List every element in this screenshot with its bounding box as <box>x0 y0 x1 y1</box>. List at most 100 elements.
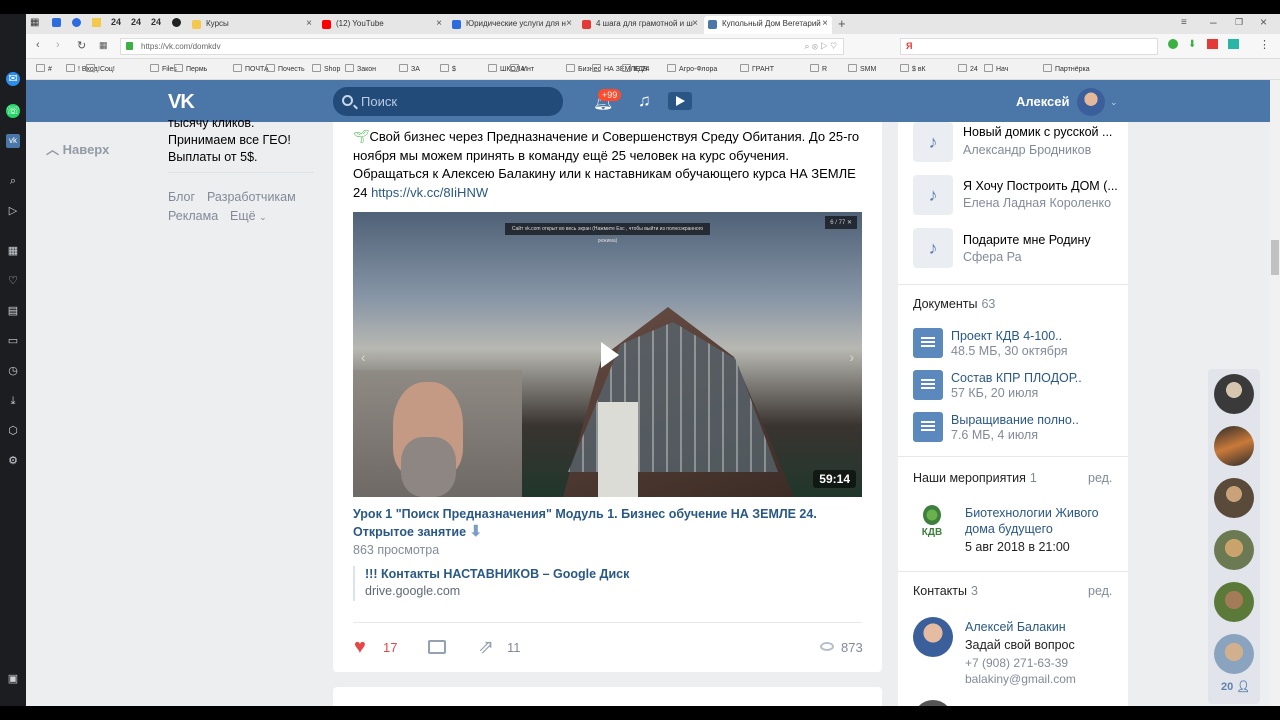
share-icon[interactable]: ⇗ <box>478 636 494 659</box>
extension-icon[interactable] <box>1228 39 1239 49</box>
check-icon[interactable] <box>1168 39 1178 49</box>
document-icon[interactable] <box>913 412 943 442</box>
comment-icon[interactable] <box>428 640 446 654</box>
send-icon[interactable]: ▷ <box>6 204 20 218</box>
friend-avatar[interactable] <box>1214 374 1254 414</box>
speed-dial-icon[interactable]: ▦ <box>6 244 20 258</box>
contact-avatar[interactable] <box>913 617 953 657</box>
tab-4-steps[interactable]: 4 шага для грамотной и ш × <box>578 16 702 34</box>
bookmark-item[interactable]: $ вК <box>900 64 926 73</box>
pinned-tab-icon[interactable] <box>92 18 101 27</box>
footer-link-developers[interactable]: Разработчикам <box>207 190 296 204</box>
audio-play-icon[interactable]: ♪ <box>913 228 953 268</box>
bookmark-item[interactable]: ПОЧТА <box>233 64 269 73</box>
minimize-icon[interactable]: – <box>1210 15 1217 29</box>
chevron-down-icon[interactable]: ⌄ <box>1110 97 1118 108</box>
download-icon[interactable]: ⬇ <box>1188 39 1196 50</box>
close-window-icon[interactable]: × <box>1260 15 1267 29</box>
bookmark-item[interactable]: Закон <box>345 64 376 73</box>
pinned-tab-24[interactable]: 24 <box>151 17 161 27</box>
audio-play-icon[interactable]: ♪ <box>913 122 953 162</box>
pinned-tab-icon[interactable] <box>52 18 61 27</box>
play-icon[interactable] <box>593 340 623 370</box>
url-actions-icon[interactable]: ⌕ ⊗ ▷ ♡ <box>804 39 837 54</box>
messenger-icon[interactable]: ✉ <box>6 72 20 86</box>
vk-logo[interactable]: VK <box>168 91 195 114</box>
video-title[interactable]: Урок 1 "Поиск Предназначения" Модуль 1. … <box>353 505 865 541</box>
tab-menu-icon[interactable]: ≡ <box>1181 17 1187 28</box>
prev-arrow-icon[interactable]: ‹ <box>361 349 366 365</box>
video-icon[interactable] <box>668 92 692 110</box>
documents-header[interactable]: Документы 63 <box>913 297 995 311</box>
close-icon[interactable]: × <box>306 16 312 32</box>
tab-vk-active[interactable]: Купольный Дом Вегетарий × <box>704 16 832 34</box>
close-icon[interactable]: × <box>822 16 828 32</box>
bookmark-item[interactable]: Инт <box>510 64 534 73</box>
scrollbar-thumb[interactable] <box>1271 240 1279 275</box>
tab-kursy[interactable]: Курсы × <box>188 16 316 34</box>
event-name[interactable]: Биотехнологии Живого дома будущего <box>965 505 1115 537</box>
bookmark-item[interactable]: Агро-Флора <box>667 64 717 73</box>
tab-youtube[interactable]: (12) YouTube × <box>318 16 446 34</box>
friend-avatar[interactable] <box>1214 426 1254 466</box>
user-avatar[interactable] <box>1077 88 1105 116</box>
audio-artist[interactable]: Елена Ладная Короленко <box>963 196 1111 210</box>
document-icon[interactable] <box>913 370 943 400</box>
friend-avatar[interactable] <box>1214 478 1254 518</box>
apps-grid-icon[interactable]: ▦ <box>30 17 39 28</box>
music-icon[interactable]: ♫ <box>638 91 651 111</box>
document-name[interactable]: Проект КДВ 4-100.. <box>951 329 1062 343</box>
bookmark-item[interactable]: $ <box>440 64 456 73</box>
bookmark-item[interactable]: R <box>810 64 827 73</box>
back-icon[interactable]: ‹ <box>36 39 40 51</box>
close-icon[interactable]: × <box>566 16 572 32</box>
history-icon[interactable]: ◷ <box>6 364 20 378</box>
mail-icon[interactable] <box>1207 39 1218 49</box>
audio-artist[interactable]: Сфера Ра <box>963 250 1022 264</box>
yandex-search-input[interactable]: Я <box>900 38 1158 55</box>
close-icon[interactable]: ✕ <box>847 220 852 226</box>
pinned-tab-icon[interactable] <box>72 18 81 27</box>
menu-icon[interactable]: ⋮ <box>1259 38 1270 51</box>
contact-email[interactable]: balakiny@gmail.com <box>965 672 1076 686</box>
heart-icon[interactable]: ♡ <box>6 274 20 288</box>
audio-artist[interactable]: Александр Бродников <box>963 143 1091 157</box>
attached-link[interactable]: !!! Контакты НАСТАВНИКОВ – Google Диск d… <box>353 566 653 601</box>
sidebar-toggle-icon[interactable]: ▣ <box>6 672 20 686</box>
bookmark-item[interactable]: КДВ <box>622 64 648 73</box>
bookmark-item[interactable]: !Соц! <box>86 64 115 73</box>
pinned-tab-24[interactable]: 24 <box>111 17 121 27</box>
close-icon[interactable]: × <box>436 16 442 32</box>
bookmark-item[interactable]: ЗА <box>399 64 420 73</box>
bookmark-item[interactable]: ГРАНТ <box>740 64 774 73</box>
scrollbar[interactable] <box>1270 80 1280 706</box>
speed-dial-icon[interactable]: ▦ <box>99 40 108 51</box>
online-friends-count[interactable]: 20 👤︎ <box>1221 680 1250 693</box>
bookmark-item[interactable]: Files <box>150 64 177 73</box>
friend-avatar[interactable] <box>1214 582 1254 622</box>
url-input[interactable]: https://vk.com/domkdv ⌕ ⊗ ▷ ♡ <box>120 38 844 55</box>
scroll-to-top-button[interactable]: ︿ Наверх <box>46 139 109 158</box>
like-heart-icon[interactable]: ♥ <box>354 637 366 657</box>
reload-icon[interactable]: ↻ <box>77 39 86 52</box>
pinned-tab-24[interactable]: 24 <box>131 17 141 27</box>
events-header[interactable]: Наши мероприятия 1 <box>913 471 1037 485</box>
edit-contacts-link[interactable]: ред. <box>1088 584 1112 598</box>
footer-link-more[interactable]: Ещё ⌄ <box>230 209 267 223</box>
restore-icon[interactable]: ❐ <box>1235 17 1243 28</box>
event-logo[interactable]: КДВ <box>915 505 949 539</box>
close-icon[interactable]: × <box>692 16 698 32</box>
forward-icon[interactable]: › <box>56 39 60 51</box>
news-icon[interactable]: ▤ <box>6 304 20 318</box>
whatsapp-icon[interactable]: ☏ <box>6 104 20 118</box>
pinned-tab-icon[interactable] <box>172 18 181 27</box>
post-link[interactable]: https://vk.cc/8IiHNW <box>371 185 488 200</box>
video-player[interactable]: Сайт vk.com открыт во весь экран (Нажмит… <box>353 212 862 497</box>
audio-title[interactable]: Подарите мне Родину <box>963 233 1119 247</box>
new-tab-icon[interactable]: + <box>838 16 846 31</box>
edit-events-link[interactable]: ред. <box>1088 471 1112 485</box>
audio-title[interactable]: Новый домик с русской ... <box>963 125 1119 139</box>
bookmark-item[interactable]: Пермь <box>174 64 207 73</box>
bookmark-item[interactable]: # <box>36 64 52 73</box>
bookmark-item[interactable]: SMM <box>848 64 876 73</box>
